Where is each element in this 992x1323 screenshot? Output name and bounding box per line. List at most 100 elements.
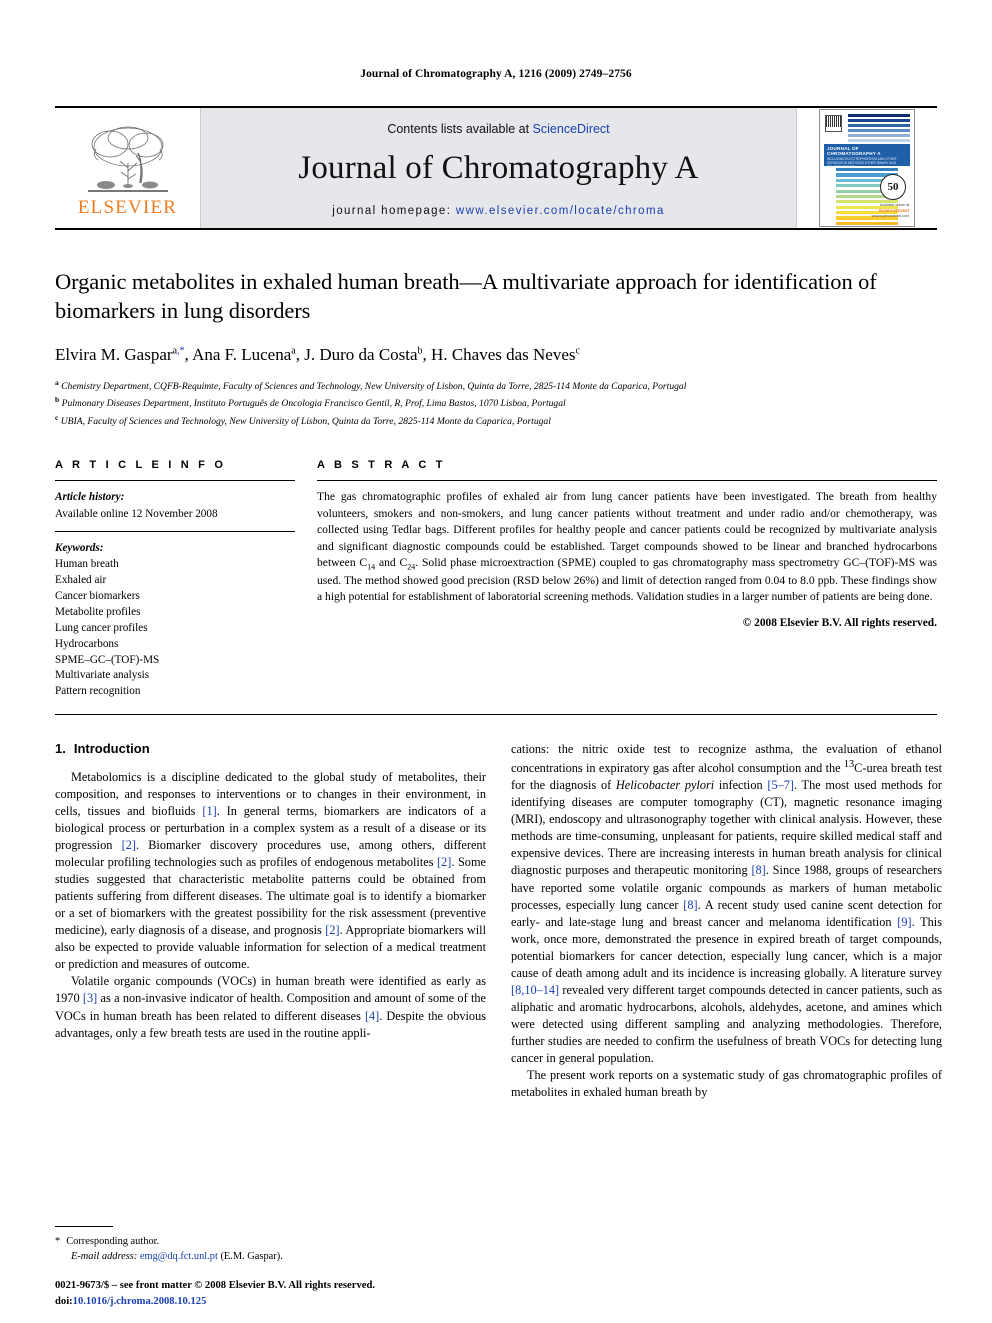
- running-head: Journal of Chromatography A, 1216 (2009)…: [360, 68, 632, 80]
- body-columns: 1. Introduction Metabolomics is a discipl…: [55, 741, 942, 1100]
- keyword-item: Human breath: [55, 558, 119, 571]
- affiliation-text: UBIA, Faculty of Sciences and Technology…: [60, 416, 551, 428]
- paragraph: The present work reports on a systematic…: [511, 1067, 942, 1099]
- citation-ref[interactable]: [2]: [122, 838, 136, 852]
- species-name: Helicobacter pylori: [615, 778, 715, 793]
- citation-ref[interactable]: [2]: [437, 855, 451, 869]
- journal-homepage-line: journal homepage: www.elsevier.com/locat…: [332, 205, 664, 217]
- author-affil-marker: a: [291, 344, 296, 356]
- keywords-label: Keywords:: [55, 541, 104, 554]
- keyword-item: Exhaled air: [55, 574, 107, 587]
- author-name: H. Chaves das Neves: [431, 344, 576, 364]
- abstract-text: The gas chromatographic profiles of exha…: [317, 489, 937, 605]
- affiliation-text: Chemistry Department, CQFB-Requimte, Fac…: [61, 380, 687, 392]
- cover-sd-sub: www.sciencedirect.com: [871, 213, 909, 218]
- text-run: revealed very different target compounds…: [511, 982, 942, 1065]
- paragraph: Volatile organic compounds (VOCs) in hum…: [55, 973, 486, 1041]
- asterisk-marker: *: [55, 1235, 61, 1247]
- paragraph: Metabolomics is a discipline dedicated t…: [55, 769, 486, 973]
- author-name: J. Duro da Costa: [304, 344, 418, 364]
- email-link[interactable]: emg@dq.fct.unl.pt: [140, 1251, 218, 1262]
- abstract-column: A B S T R A C T The gas chromatographic …: [317, 459, 937, 700]
- author-name: Ana F. Lucena: [192, 344, 292, 364]
- abstract-part: and C: [375, 556, 408, 570]
- section-title: Introduction: [73, 741, 150, 757]
- affiliation-marker: b: [55, 395, 60, 405]
- anniversary-badge: 50: [880, 174, 906, 200]
- divider: [55, 530, 295, 532]
- keyword-item: Multivariate analysis: [55, 669, 150, 682]
- page-title: Organic metabolites in exhaled human bre…: [55, 269, 877, 323]
- corresponding-author-note: * Corresponding author.: [55, 1234, 486, 1250]
- keyword-item: Metabolite profiles: [55, 605, 141, 618]
- sciencedirect-link[interactable]: ScienceDirect: [533, 122, 610, 136]
- elsevier-logo: ELSEVIER: [55, 108, 200, 228]
- left-text-column: 1. Introduction Metabolomics is a discipl…: [55, 741, 486, 1100]
- citation-ref[interactable]: [8,10–14]: [511, 983, 559, 997]
- keywords-list: Human breath Exhaled air Cancer biomarke…: [55, 557, 295, 700]
- affiliation: a Chemistry Department, CQFB-Requimte, F…: [55, 377, 937, 395]
- corresponding-author-text: Corresponding author.: [66, 1235, 160, 1247]
- email-note: E-mail address: emg@dq.fct.unl.pt (E.M. …: [55, 1249, 486, 1265]
- keyword-item: Pattern recognition: [55, 685, 141, 698]
- contents-prefix: Contents lists available at: [387, 121, 533, 136]
- info-abstract-region: A R T I C L E I N F O Article history: A…: [55, 459, 937, 700]
- affiliation-marker: a: [55, 377, 59, 387]
- footnote-divider: [55, 1225, 113, 1227]
- keyword-item: Lung cancer profiles: [55, 621, 148, 634]
- article-history-value: Available online 12 November 2008: [55, 507, 218, 520]
- contents-available-line: Contents lists available at ScienceDirec…: [387, 122, 609, 136]
- text-run: infection: [714, 778, 768, 793]
- author-list: Elvira M. Gaspara,*, Ana F. Lucenaa, J. …: [55, 344, 580, 364]
- cover-sciencedirect-mark: Available online at ScienceDirect www.sc…: [872, 203, 909, 219]
- section-number: 1.: [55, 741, 66, 757]
- divider: [317, 480, 937, 482]
- citation-ref[interactable]: [8]: [683, 898, 697, 912]
- footer-block: 0021-9673/$ – see front matter © 2008 El…: [55, 1278, 555, 1309]
- article-page: Journal of Chromatography A, 1216 (2009)…: [0, 0, 992, 1323]
- corresponding-author-marker[interactable]: ,*: [177, 345, 185, 356]
- homepage-url[interactable]: www.elsevier.com/locate/chroma: [456, 205, 665, 217]
- citation-ref[interactable]: [8]: [751, 863, 765, 877]
- citation-ref[interactable]: [4]: [365, 1009, 379, 1023]
- journal-title: Journal of Chromatography A: [298, 149, 699, 186]
- keyword-item: SPME–GC–(TOF)-MS: [55, 653, 160, 666]
- masthead-center: Contents lists available at ScienceDirec…: [200, 108, 797, 228]
- article-history-label: Article history:: [55, 491, 125, 504]
- citation-ref[interactable]: [9]: [897, 915, 911, 929]
- author-affil-marker: b: [417, 344, 423, 356]
- section-divider: [55, 714, 937, 716]
- affiliation-text: Pulmonary Diseases Department, Instituto…: [61, 398, 566, 410]
- keyword-item: Cancer biomarkers: [55, 589, 140, 602]
- cover-publisher-mark-icon: [825, 115, 842, 132]
- paragraph: cations: the nitric oxide test to recogn…: [511, 741, 942, 1066]
- citation-ref[interactable]: [5–7]: [767, 778, 794, 792]
- author-name: Elvira M. Gaspar: [55, 344, 173, 364]
- issn-copyright-line: 0021-9673/$ – see front matter © 2008 El…: [55, 1280, 375, 1292]
- author-affil-marker: c: [575, 344, 580, 356]
- doi-value[interactable]: 10.1016/j.chroma.2008.10.125: [73, 1296, 207, 1307]
- cover-top-bars: [848, 114, 910, 144]
- citation-ref[interactable]: [1]: [202, 804, 216, 818]
- elsevier-wordmark: ELSEVIER: [77, 197, 178, 218]
- journal-cover-thumbnail: JOURNAL OF CHROMATOGRAPHY A INCLUDING EL…: [797, 108, 937, 228]
- cover-title: JOURNAL OF CHROMATOGRAPHY A: [827, 146, 881, 156]
- article-info-heading: A R T I C L E I N F O: [55, 459, 227, 472]
- citation-ref[interactable]: [3]: [83, 991, 97, 1005]
- affiliation-list: a Chemistry Department, CQFB-Requimte, F…: [55, 377, 937, 430]
- affiliation-marker: c: [55, 412, 59, 422]
- cover-image: JOURNAL OF CHROMATOGRAPHY A INCLUDING EL…: [819, 109, 915, 227]
- homepage-prefix: journal homepage:: [332, 204, 456, 217]
- abstract-subscript: 14: [367, 562, 376, 572]
- cover-title-band: JOURNAL OF CHROMATOGRAPHY A INCLUDING EL…: [824, 144, 910, 169]
- right-text-column: cations: the nitric oxide test to recogn…: [511, 741, 942, 1100]
- abstract-copyright: © 2008 Elsevier B.V. All rights reserved…: [742, 616, 937, 629]
- keyword-item: Hydrocarbons: [55, 637, 119, 650]
- journal-masthead: ELSEVIER Contents lists available at Sci…: [55, 106, 937, 230]
- affiliation: c UBIA, Faculty of Sciences and Technolo…: [55, 412, 937, 430]
- divider: [55, 480, 295, 482]
- article-info-column: A R T I C L E I N F O Article history: A…: [55, 459, 295, 700]
- citation-ref[interactable]: [2]: [325, 923, 339, 937]
- elsevier-tree-icon: [87, 126, 168, 192]
- email-owner: (E.M. Gaspar).: [220, 1251, 283, 1263]
